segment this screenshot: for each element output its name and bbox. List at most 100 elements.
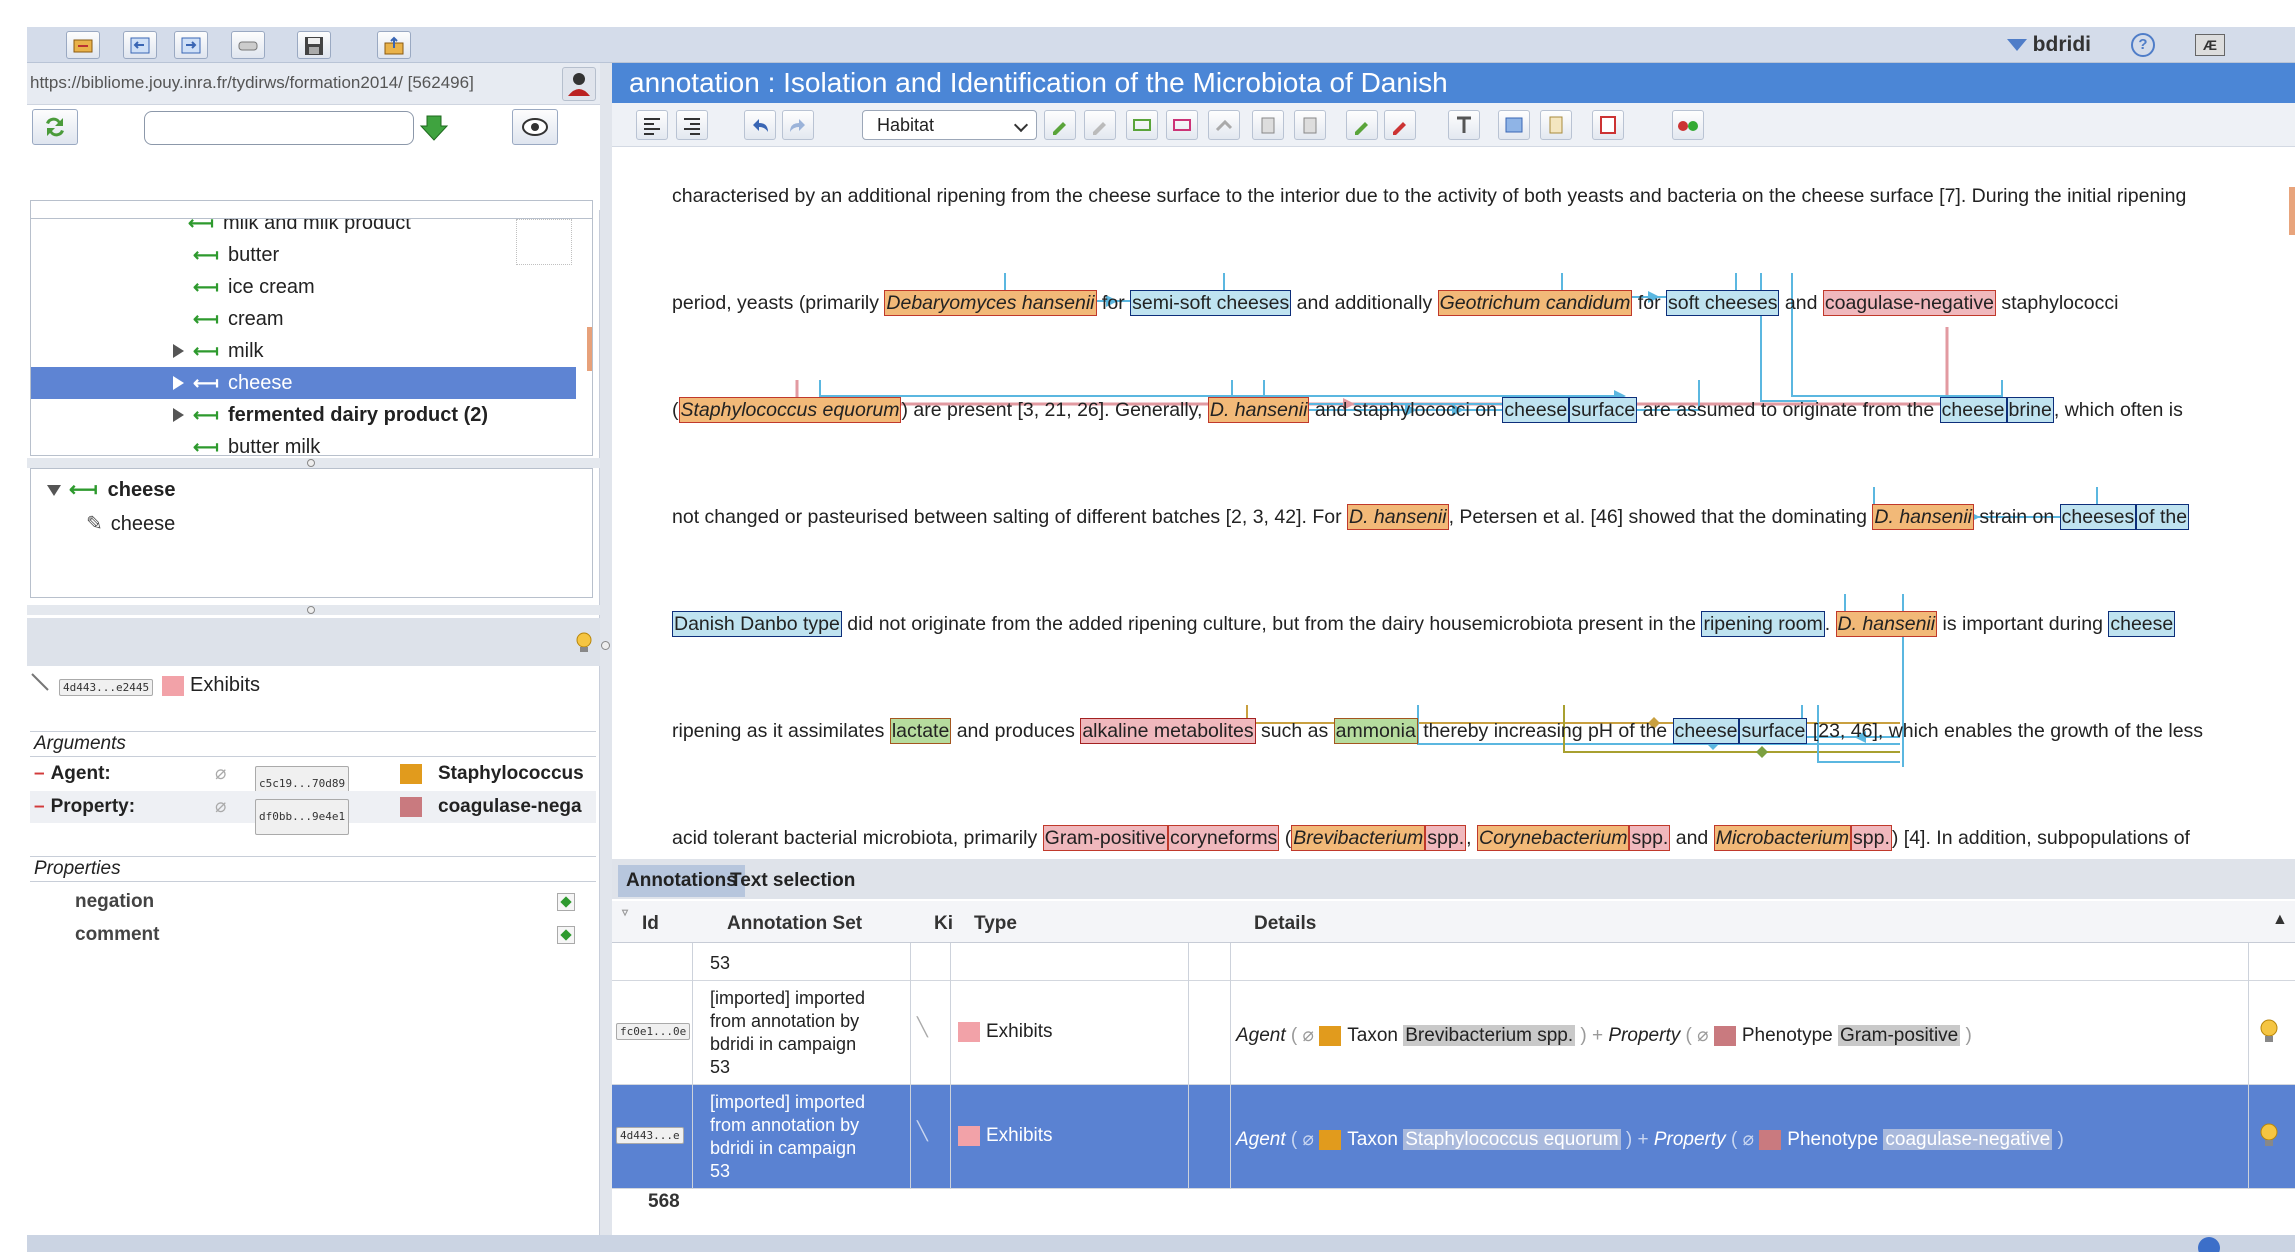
table-row-partial[interactable]: 53 xyxy=(612,943,2295,981)
remove-argument-icon[interactable]: – xyxy=(34,763,45,784)
clipboard-button[interactable] xyxy=(1540,110,1572,140)
tree-node-parent[interactable]: ⟻ cheese xyxy=(47,475,176,505)
annotation-highlight[interactable]: ripening room xyxy=(1701,611,1825,637)
annotation-highlight[interactable]: of the xyxy=(2136,504,2190,530)
import-button[interactable] xyxy=(66,31,100,59)
shrink-button[interactable] xyxy=(1166,110,1198,140)
tree-item[interactable]: ⟻ cheese xyxy=(31,367,576,399)
user-profile-button[interactable] xyxy=(562,67,596,101)
annotation-highlight[interactable]: ammonia xyxy=(1333,718,1418,744)
document-scrollbar-thumb[interactable] xyxy=(2289,187,2295,235)
paste-button[interactable] xyxy=(1294,110,1326,140)
user-menu[interactable]: bdridi xyxy=(2006,33,2091,57)
next-button[interactable] xyxy=(174,31,208,59)
copy-button[interactable] xyxy=(1252,110,1284,140)
lightbulb-icon[interactable] xyxy=(2258,1019,2280,1045)
view-toggle-button[interactable] xyxy=(512,109,558,145)
annotation-type-select[interactable]: Habitat xyxy=(862,110,1037,140)
annotation-highlight[interactable]: surface xyxy=(1739,718,1808,744)
annotation-highlight[interactable]: Corynebacterium xyxy=(1476,825,1630,851)
remove-argument-icon[interactable]: – xyxy=(34,796,45,817)
annotation-highlight[interactable]: cheese xyxy=(1502,397,1570,423)
align-right-button[interactable] xyxy=(676,110,708,140)
lightbulb-icon[interactable] xyxy=(2258,1123,2280,1149)
column-kind[interactable]: Ki xyxy=(934,913,953,935)
argument-row[interactable]: – Agent: ⌀ c5c19...70d89 Staphylococcus xyxy=(30,758,596,802)
document-text-area[interactable]: characterised by an additional ripening … xyxy=(612,147,2295,919)
remove-relation-button[interactable] xyxy=(1384,110,1416,140)
add-property-button[interactable] xyxy=(557,893,575,911)
sort-icon[interactable]: ▿ xyxy=(622,905,628,919)
expand-arrow-icon[interactable] xyxy=(173,408,184,422)
document-button[interactable] xyxy=(1592,110,1624,140)
annotation-highlight[interactable]: D. hansenii xyxy=(1207,397,1310,423)
annotation-highlight[interactable]: Debaryomyces hansenii xyxy=(884,290,1097,316)
link-button[interactable] xyxy=(231,31,265,59)
tree-item[interactable]: ⟻ fermented dairy product (2) xyxy=(31,399,576,431)
export-button[interactable] xyxy=(377,31,411,59)
redo-button[interactable] xyxy=(782,110,814,140)
annotation-highlight[interactable]: spp. xyxy=(1851,825,1892,851)
expand-arrow-icon[interactable] xyxy=(173,344,184,358)
align-left-button[interactable] xyxy=(636,110,668,140)
create-annotation-button[interactable] xyxy=(1044,110,1076,140)
sort-ascending-icon[interactable]: ▲ xyxy=(2272,911,2288,929)
table-row[interactable]: fc0e1...0e [imported] imported from annota… xyxy=(612,981,2295,1085)
column-annotation-set[interactable]: Annotation Set xyxy=(727,913,862,935)
argument-row[interactable]: – Property: ⌀ df0bb...9e4e1 coagulase-nega xyxy=(30,791,596,835)
selected-annotation[interactable]: 4d443...e2445 Exhibits xyxy=(27,670,600,710)
annotation-highlight[interactable]: D. hansenii xyxy=(1347,504,1449,530)
tab-text-selection[interactable]: Text selection xyxy=(722,865,863,897)
vertical-splitter[interactable] xyxy=(600,63,612,1235)
previous-button[interactable] xyxy=(123,31,157,59)
annotation-highlight[interactable]: Staphylococcus equorum xyxy=(678,397,902,423)
merge-button[interactable] xyxy=(1208,110,1240,140)
annotation-highlight[interactable]: alkaline metabolites xyxy=(1080,718,1256,744)
language-icon[interactable]: Æ xyxy=(2195,34,2225,56)
tree-item[interactable]: ⟻ butter xyxy=(31,239,576,271)
expand-arrow-icon[interactable] xyxy=(173,376,184,390)
annotation-highlight[interactable]: Gram-positive xyxy=(1042,825,1169,851)
annotation-highlight[interactable]: Danish Danbo type xyxy=(672,611,842,637)
annotation-highlight[interactable]: Brevibacterium xyxy=(1291,825,1426,851)
annotation-highlight[interactable]: cheeses xyxy=(2059,504,2137,530)
annotation-highlight[interactable]: soft cheeses xyxy=(1665,290,1780,316)
tree-item[interactable]: ⟻ milk xyxy=(31,335,576,367)
column-details[interactable]: Details xyxy=(1254,913,1316,935)
paperclip-icon[interactable]: ⌀ xyxy=(215,791,226,823)
tree-item[interactable]: ⟻ ice cream xyxy=(31,271,576,303)
refresh-button[interactable] xyxy=(32,109,78,145)
image-button[interactable] xyxy=(1498,110,1530,140)
annotation-highlight[interactable]: semi-soft cheeses xyxy=(1130,290,1292,316)
annotation-highlight[interactable]: lactate xyxy=(889,718,952,744)
term-search-input[interactable] xyxy=(144,111,414,145)
lightbulb-icon[interactable] xyxy=(575,632,593,654)
column-type[interactable]: Type xyxy=(974,913,1017,935)
undo-button[interactable] xyxy=(744,110,776,140)
extend-button[interactable] xyxy=(1126,110,1158,140)
add-property-button[interactable] xyxy=(557,926,575,944)
tree-item[interactable]: ⟻ milk and milk product xyxy=(31,219,576,239)
annotation-highlight[interactable]: D. hansenii xyxy=(1835,611,1938,637)
tree-item[interactable]: ⟻ butter milk xyxy=(31,431,576,455)
annotation-highlight[interactable]: cheese xyxy=(2108,611,2176,637)
tree-scrollbar-thumb[interactable] xyxy=(587,327,592,371)
tree-node-child[interactable]: ✎ cheese xyxy=(86,509,175,539)
table-row[interactable]: 4d443...e [imported] imported from annotat… xyxy=(612,1085,2295,1189)
annotation-highlight[interactable]: spp. xyxy=(1425,825,1467,851)
annotation-highlight[interactable]: Geotrichum candidum xyxy=(1437,290,1633,316)
detail-splitter[interactable] xyxy=(27,605,600,615)
text-mode-button[interactable] xyxy=(1448,110,1480,140)
tree-item[interactable]: ⟻ cream xyxy=(31,303,576,335)
search-go-icon[interactable] xyxy=(419,113,449,143)
annotation-highlight[interactable]: surface xyxy=(1569,397,1638,423)
view-options-button[interactable] xyxy=(1672,110,1704,140)
annotation-highlight[interactable]: brine xyxy=(2006,397,2054,423)
save-button[interactable] xyxy=(297,31,331,59)
edit-annotation-button[interactable] xyxy=(1084,110,1116,140)
annotation-highlight[interactable]: coryneforms xyxy=(1168,825,1280,851)
help-icon[interactable]: ? xyxy=(2131,33,2155,57)
paperclip-icon[interactable]: ⌀ xyxy=(215,758,226,790)
annotation-highlight[interactable]: D. hansenii xyxy=(1872,504,1974,530)
annotation-highlight[interactable]: cheese xyxy=(1672,718,1740,744)
